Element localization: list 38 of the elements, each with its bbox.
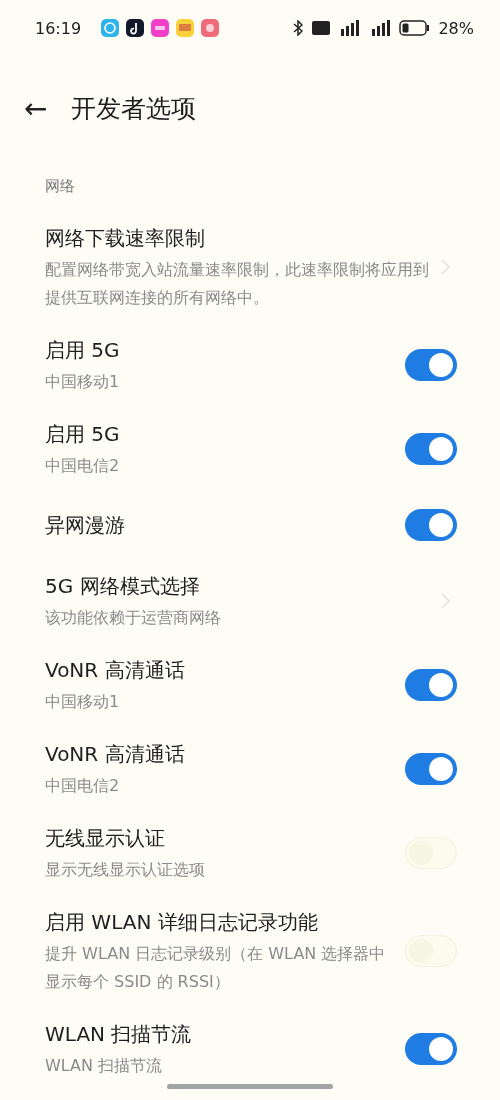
setting-title: 异网漫游 [45,512,126,539]
app-icon [101,19,120,37]
section-header: 网络 [45,176,76,197]
setting-title: 启用 5G [45,421,121,448]
toggle-switch[interactable] [405,349,457,381]
setting-title: VoNR 高清通话 [45,657,186,684]
setting-title: 网络下载速率限制 [45,225,206,252]
back-button[interactable]: ← [24,91,48,125]
status-time: 16:19 [35,18,82,38]
setting-description: 配置网络带宽入站流量速率限制，此速率限制将应用到提供互联网连接的所有网络中。 [45,259,429,309]
battery-percent: 28% [438,18,474,38]
page-title: 开发者选项 [71,92,197,125]
setting-title: 启用 5G [45,337,121,364]
setting-title: 启用 WLAN 详细日志记录功能 [45,909,319,936]
setting-title: WLAN 扫描节流 [45,1021,193,1048]
toggle-switch[interactable] [405,433,457,465]
toggle-switch[interactable] [405,669,457,701]
setting-description: 中国移动1 [45,691,121,713]
toggle-switch[interactable] [405,753,457,785]
app-icon [176,19,195,37]
setting-description: 显示无线显示认证选项 [45,859,206,881]
setting-description: 提升 WLAN 日志记录级别（在 WLAN 选择器中显示每个 SSID 的 RSSI） [45,943,387,993]
app-icon [201,19,220,37]
battery-icon [399,20,430,36]
setting-title: 无线显示认证 [45,825,166,852]
setting-description: 中国电信2 [45,455,121,477]
setting-title: 5G 网络模式选择 [45,573,201,600]
setting-description: 中国移动1 [45,371,121,393]
app-icon [126,19,145,37]
toggle-switch[interactable] [405,509,457,541]
toggle-switch[interactable] [405,1033,457,1065]
setting-description: 该功能依赖于运营商网络 [45,607,222,629]
setting-description: WLAN 扫描节流 [45,1055,164,1077]
setting-title: VoNR 高清通话 [45,741,186,768]
signal-icon [339,20,360,36]
bluetooth-icon [293,20,304,36]
setting-description: 中国电信2 [45,775,121,797]
app-icon [151,19,170,37]
